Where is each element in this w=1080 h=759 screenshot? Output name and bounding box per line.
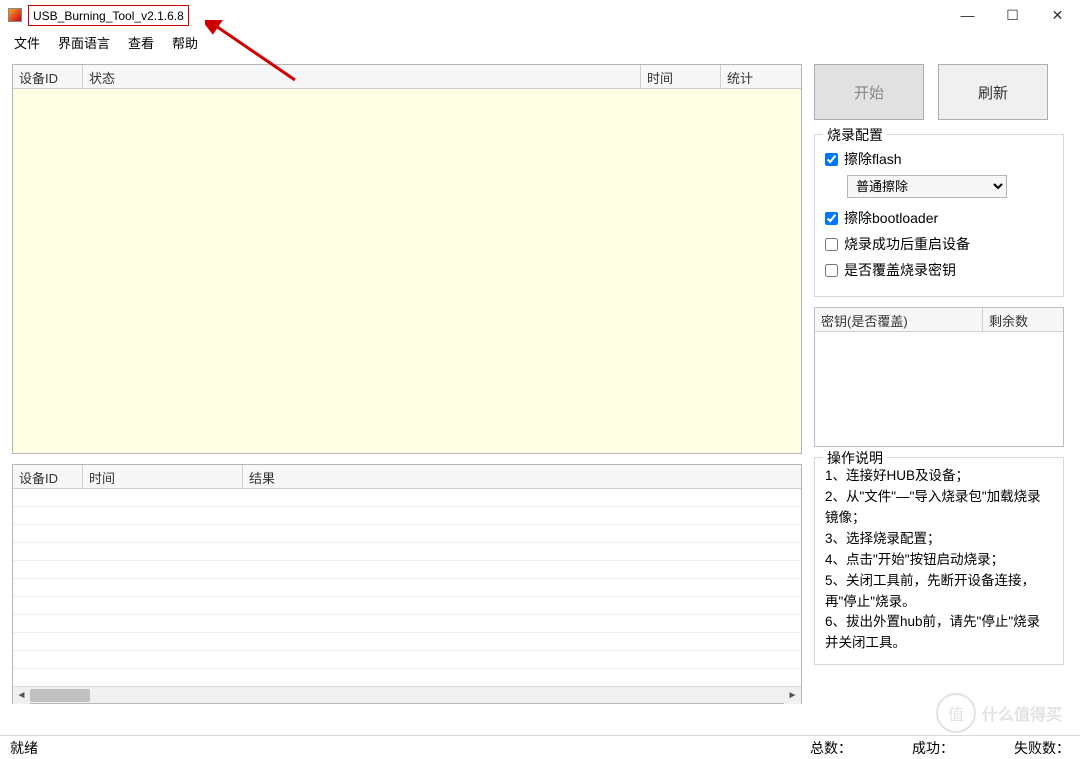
status-total: 总数：: [810, 738, 852, 758]
minimize-button[interactable]: —: [945, 0, 990, 30]
status-ready: 就绪: [10, 738, 38, 758]
col-key[interactable]: 密钥(是否覆盖): [815, 308, 983, 331]
instruction-item: 3、选择烧录配置；: [825, 529, 1053, 550]
burn-config-title: 烧录配置: [823, 125, 887, 145]
overwrite-key-label: 是否覆盖烧录密钥: [844, 260, 956, 280]
close-button[interactable]: ✕: [1035, 0, 1080, 30]
instruction-item: 2、从"文件"—"导入烧录包"加载烧录镜像；: [825, 487, 1053, 529]
erase-flash-checkbox[interactable]: [825, 153, 838, 166]
col-status[interactable]: 状态: [83, 65, 641, 88]
menu-help[interactable]: 帮助: [164, 31, 206, 54]
statusbar: 就绪 总数： 成功： 失败数：: [0, 735, 1080, 759]
log-table-body: [13, 489, 801, 686]
col-time[interactable]: 时间: [641, 65, 721, 88]
refresh-button[interactable]: 刷新: [938, 64, 1048, 120]
erase-mode-select[interactable]: 普通擦除: [847, 175, 1007, 198]
key-table-body: [815, 332, 1063, 446]
key-table[interactable]: 密钥(是否覆盖) 剩余数: [814, 307, 1064, 447]
start-button[interactable]: 开始: [814, 64, 924, 120]
overwrite-key-checkbox[interactable]: [825, 264, 838, 277]
device-list-header: 设备ID 状态 时间 统计: [13, 65, 801, 89]
col-device-id[interactable]: 设备ID: [13, 65, 83, 88]
maximize-button[interactable]: ☐: [990, 0, 1035, 30]
menubar: 文件 界面语言 查看 帮助: [0, 30, 1080, 54]
titlebar: USB_Burning_Tool_v2.1.6.8 — ☐ ✕: [0, 0, 1080, 30]
title-highlight-box: USB_Burning_Tool_v2.1.6.8: [28, 5, 189, 26]
erase-mode-wrap: 普通擦除: [847, 175, 1053, 198]
col-log-result[interactable]: 结果: [243, 465, 801, 488]
scroll-track[interactable]: [30, 687, 784, 703]
burn-config-group: 烧录配置 擦除flash 普通擦除 擦除bootloader 烧录成功后重启设备: [814, 134, 1064, 297]
scroll-left-icon[interactable]: ◄: [13, 687, 30, 704]
status-success: 成功：: [912, 738, 954, 758]
instruction-item: 4、点击"开始"按钮启动烧录；: [825, 550, 1053, 571]
instructions-title: 操作说明: [823, 448, 887, 468]
erase-flash-row: 擦除flash: [825, 149, 1053, 169]
instructions-group: 操作说明 1、连接好HUB及设备； 2、从"文件"—"导入烧录包"加载烧录镜像；…: [814, 457, 1064, 665]
instruction-item: 1、连接好HUB及设备；: [825, 466, 1053, 487]
col-log-time[interactable]: 时间: [83, 465, 243, 488]
reboot-after-checkbox[interactable]: [825, 238, 838, 251]
menu-file[interactable]: 文件: [6, 31, 48, 54]
log-table[interactable]: 设备ID 时间 结果 ◄ ►: [12, 464, 802, 704]
erase-flash-label: 擦除flash: [844, 149, 902, 169]
erase-bootloader-checkbox[interactable]: [825, 212, 838, 225]
window-title: USB_Burning_Tool_v2.1.6.8: [33, 9, 184, 23]
key-table-header: 密钥(是否覆盖) 剩余数: [815, 308, 1063, 332]
menu-language[interactable]: 界面语言: [50, 31, 118, 54]
menu-view[interactable]: 查看: [120, 31, 162, 54]
left-column: 设备ID 状态 时间 统计 设备ID 时间 结果 ◄: [12, 64, 802, 704]
log-table-header: 设备ID 时间 结果: [13, 465, 801, 489]
device-list-table[interactable]: 设备ID 状态 时间 统计: [12, 64, 802, 454]
scroll-right-icon[interactable]: ►: [784, 687, 801, 704]
content-area: 设备ID 状态 时间 统计 设备ID 时间 结果 ◄: [0, 54, 1080, 704]
reboot-after-label: 烧录成功后重启设备: [844, 234, 970, 254]
app-icon: [8, 8, 22, 22]
col-stats[interactable]: 统计: [721, 65, 801, 88]
col-remain[interactable]: 剩余数: [983, 308, 1063, 331]
scroll-thumb[interactable]: [30, 689, 90, 702]
window-controls: — ☐ ✕: [945, 0, 1080, 30]
watermark-text: 什么值得买: [982, 701, 1062, 725]
action-buttons: 开始 刷新: [814, 64, 1064, 120]
overwrite-key-row: 是否覆盖烧录密钥: [825, 260, 1053, 280]
erase-bootloader-label: 擦除bootloader: [844, 208, 938, 228]
log-horizontal-scrollbar[interactable]: ◄ ►: [13, 686, 801, 703]
instruction-item: 6、拔出外置hub前，请先"停止"烧录并关闭工具。: [825, 612, 1053, 654]
device-list-body: [13, 89, 801, 453]
col-log-device-id[interactable]: 设备ID: [13, 465, 83, 488]
status-fail: 失败数：: [1014, 738, 1070, 758]
instructions-list: 1、连接好HUB及设备； 2、从"文件"—"导入烧录包"加载烧录镜像； 3、选择…: [825, 466, 1053, 654]
reboot-after-row: 烧录成功后重启设备: [825, 234, 1053, 254]
right-column: 开始 刷新 烧录配置 擦除flash 普通擦除 擦除bootloader 烧录成…: [814, 64, 1064, 704]
erase-bootloader-row: 擦除bootloader: [825, 208, 1053, 228]
instruction-item: 5、关闭工具前，先断开设备连接，再"停止"烧录。: [825, 571, 1053, 613]
